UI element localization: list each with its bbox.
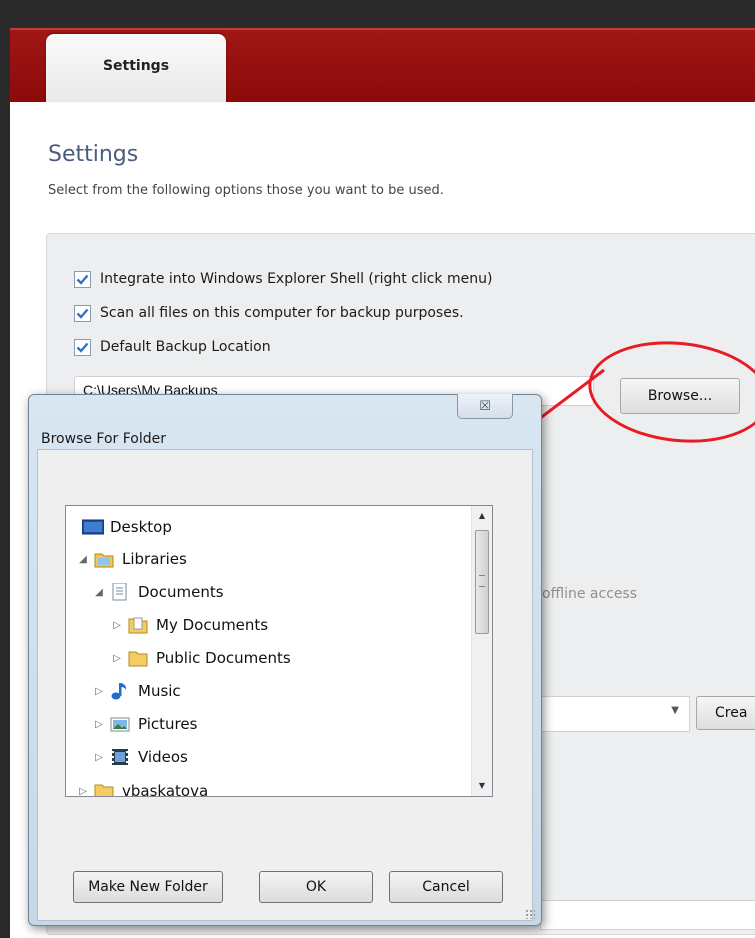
collapsed-arrow-icon[interactable]: ▷ — [76, 786, 90, 797]
pictures-icon — [110, 715, 130, 733]
collapsed-arrow-icon[interactable]: ▷ — [110, 620, 124, 631]
folder-icon — [128, 616, 148, 634]
collapsed-arrow-icon[interactable]: ▷ — [110, 653, 124, 664]
dialog-title: Browse For Folder — [41, 431, 167, 447]
dropdown-arrow-icon: ▼ — [671, 705, 679, 716]
desktop-icon — [81, 518, 105, 536]
checkbox-scan-files[interactable] — [74, 304, 91, 322]
resize-grip-icon[interactable] — [525, 909, 535, 919]
option-shell-integration[interactable]: Integrate into Windows Explorer Shell (r… — [74, 269, 492, 289]
tree-item-user-folder[interactable]: ▷ vbaskatova — [76, 776, 209, 797]
tree-item-desktop[interactable]: Desktop — [81, 512, 172, 542]
ok-button[interactable]: OK — [259, 871, 373, 903]
tree-item-videos[interactable]: ▷ Videos — [92, 742, 188, 772]
tree-item-label: My Documents — [156, 616, 269, 634]
scroll-thumb[interactable] — [475, 530, 489, 634]
libraries-icon — [94, 550, 114, 568]
music-icon — [110, 682, 130, 700]
scroll-down-icon[interactable]: ▼ — [472, 776, 492, 796]
checkmark-icon — [76, 342, 89, 353]
cancel-button[interactable]: Cancel — [389, 871, 503, 903]
tree-item-documents[interactable]: ◢ Documents — [92, 577, 224, 607]
scroll-up-icon[interactable]: ▲ — [472, 506, 492, 526]
tree-item-label: Documents — [138, 583, 224, 601]
tree-item-music[interactable]: ▷ Music — [92, 676, 181, 706]
tree-item-label: Libraries — [122, 550, 187, 568]
tab-settings[interactable]: Settings — [46, 34, 226, 102]
tree-item-my-documents[interactable]: ▷ My Documents — [110, 610, 268, 640]
option-scan-files[interactable]: Scan all files on this computer for back… — [74, 303, 464, 323]
checkbox-default-backup-location[interactable] — [74, 338, 91, 356]
folder-tree[interactable]: Desktop ◢ Libraries ◢ Documents ▷ My Doc… — [65, 505, 493, 797]
thumb-grip-icon — [479, 575, 485, 587]
tree-item-label: Music — [138, 682, 181, 700]
expanded-arrow-icon[interactable]: ◢ — [76, 554, 90, 565]
tree-item-pictures[interactable]: ▷ Pictures — [92, 709, 197, 739]
tree-scrollbar[interactable]: ▲ ▼ — [471, 506, 492, 796]
create-button[interactable]: Crea — [696, 696, 755, 730]
option-label: Scan all files on this computer for back… — [100, 305, 464, 321]
tree-item-label: vbaskatova — [122, 782, 209, 797]
tree-item-label: Videos — [138, 748, 188, 766]
tree-item-libraries[interactable]: ◢ Libraries — [76, 544, 187, 574]
option-default-backup-location[interactable]: Default Backup Location — [74, 337, 271, 357]
background-field — [540, 900, 755, 930]
make-new-folder-button[interactable]: Make New Folder — [73, 871, 223, 903]
checkbox-shell-integration[interactable] — [74, 270, 91, 288]
background-dropdown[interactable]: ▼ — [540, 696, 690, 732]
tab-settings-label: Settings — [102, 58, 170, 74]
browse-for-folder-dialog: Browse For Folder ☒ Desktop ◢ Libraries … — [28, 394, 542, 926]
document-icon — [110, 582, 130, 601]
checkmark-icon — [76, 274, 89, 285]
close-icon[interactable]: ☒ — [457, 394, 513, 419]
offline-access-label: offline access — [542, 586, 638, 602]
option-label: Default Backup Location — [100, 339, 271, 355]
tree-item-label: Public Documents — [156, 649, 291, 667]
folder-icon — [128, 649, 148, 667]
tree-item-public-documents[interactable]: ▷ Public Documents — [110, 643, 291, 673]
collapsed-arrow-icon[interactable]: ▷ — [92, 719, 106, 730]
page-subtitle: Select from the following options those … — [48, 183, 444, 198]
user-folder-icon — [94, 782, 114, 796]
collapsed-arrow-icon[interactable]: ▷ — [92, 686, 106, 697]
checkmark-icon — [76, 308, 89, 319]
tree-item-label: Pictures — [138, 715, 198, 733]
option-label: Integrate into Windows Explorer Shell (r… — [100, 271, 493, 287]
page-title: Settings — [48, 142, 139, 167]
tree-item-label: Desktop — [110, 518, 172, 536]
videos-icon — [110, 748, 130, 766]
collapsed-arrow-icon[interactable]: ▷ — [92, 752, 106, 763]
expanded-arrow-icon[interactable]: ◢ — [92, 587, 106, 598]
tab-bar: Settings — [10, 28, 755, 102]
